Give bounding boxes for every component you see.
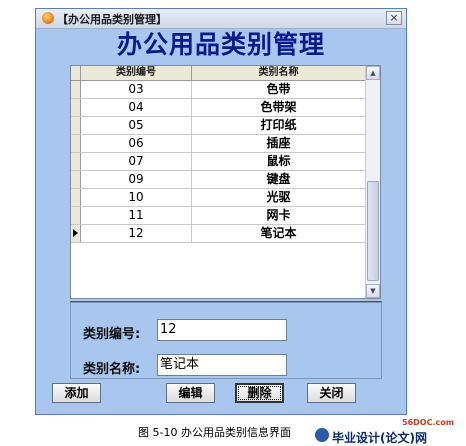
code-field[interactable]: 12: [157, 319, 287, 341]
header-selector-cell: [71, 66, 81, 80]
cell-code[interactable]: 05: [81, 117, 192, 134]
figure-caption: 图 5-10 办公用品类别信息界面: [138, 426, 291, 439]
cell-name[interactable]: 笔记本: [192, 225, 366, 242]
grid-header: 类别编号 类别名称: [71, 66, 366, 81]
table-row[interactable]: 11 网卡: [71, 207, 366, 225]
window-title: 【办公用品类别管理】: [57, 13, 167, 26]
close-button[interactable]: 关闭: [307, 383, 356, 403]
row-selector[interactable]: [71, 207, 81, 224]
scrollbar-thumb[interactable]: [367, 181, 379, 281]
page-title: 办公用品类别管理: [116, 30, 325, 59]
cell-code[interactable]: 04: [81, 99, 192, 116]
edit-button[interactable]: 编辑: [166, 383, 215, 403]
app-icon: [42, 12, 54, 24]
table-row[interactable]: 12 笔记本: [71, 225, 366, 243]
category-window: 【办公用品类别管理】 × 办公用品类别管理 类别编号 类别名称 03 色带 04 色带…: [35, 8, 407, 415]
cell-name[interactable]: 色带: [192, 81, 366, 98]
add-button[interactable]: 添加: [52, 383, 101, 403]
edit-panel: 类别编号: 12 类别名称: 笔记本: [70, 301, 382, 379]
title-bar[interactable]: 【办公用品类别管理】 ×: [36, 9, 406, 29]
row-selector[interactable]: [71, 189, 81, 206]
row-selector[interactable]: [71, 225, 81, 242]
table-row[interactable]: 06 插座: [71, 135, 366, 153]
row-selector[interactable]: [71, 99, 81, 116]
name-label: 类别名称:: [83, 362, 141, 377]
code-label: 类别编号:: [83, 327, 141, 342]
cell-code[interactable]: 12: [81, 225, 192, 242]
brand-name: 毕业设计(论文)网: [332, 431, 427, 445]
table-row[interactable]: 09 键盘: [71, 171, 366, 189]
category-grid[interactable]: 类别编号 类别名称 03 色带 04 色带架 05 打印纸 06 插座 07 鼠标 09 键盘 10 光驱…: [70, 65, 381, 299]
cell-code[interactable]: 06: [81, 135, 192, 152]
delete-button[interactable]: 删除: [235, 383, 284, 403]
cell-name[interactable]: 光驱: [192, 189, 366, 206]
cell-code[interactable]: 09: [81, 171, 192, 188]
brand-site: 56DOC.com: [402, 418, 455, 427]
scroll-down-button[interactable]: ▼: [366, 284, 380, 298]
vertical-scrollbar[interactable]: ▲ ▼: [365, 66, 380, 298]
cell-code[interactable]: 03: [81, 81, 192, 98]
cell-code[interactable]: 07: [81, 153, 192, 170]
row-selector[interactable]: [71, 135, 81, 152]
row-selector[interactable]: [71, 81, 81, 98]
table-row[interactable]: 04 色带架: [71, 99, 366, 117]
row-pointer-icon: [73, 229, 78, 237]
scroll-up-button[interactable]: ▲: [366, 66, 380, 80]
name-field[interactable]: 笔记本: [157, 354, 287, 376]
cell-code[interactable]: 10: [81, 189, 192, 206]
cell-name[interactable]: 色带架: [192, 99, 366, 116]
column-header-code[interactable]: 类别编号: [81, 66, 192, 80]
cell-name[interactable]: 鼠标: [192, 153, 366, 170]
table-row[interactable]: 05 打印纸: [71, 117, 366, 135]
row-selector[interactable]: [71, 153, 81, 170]
table-row[interactable]: 07 鼠标: [71, 153, 366, 171]
row-selector[interactable]: [71, 171, 81, 188]
table-row[interactable]: 03 色带: [71, 81, 366, 99]
brand-logo-icon: [315, 428, 329, 442]
table-row[interactable]: 10 光驱: [71, 189, 366, 207]
row-selector[interactable]: [71, 117, 81, 134]
cell-name[interactable]: 插座: [192, 135, 366, 152]
column-header-name[interactable]: 类别名称: [192, 66, 366, 80]
cell-name[interactable]: 打印纸: [192, 117, 366, 134]
cell-name[interactable]: 键盘: [192, 171, 366, 188]
close-window-button[interactable]: ×: [386, 11, 402, 25]
cell-code[interactable]: 11: [81, 207, 192, 224]
cell-name[interactable]: 网卡: [192, 207, 366, 224]
